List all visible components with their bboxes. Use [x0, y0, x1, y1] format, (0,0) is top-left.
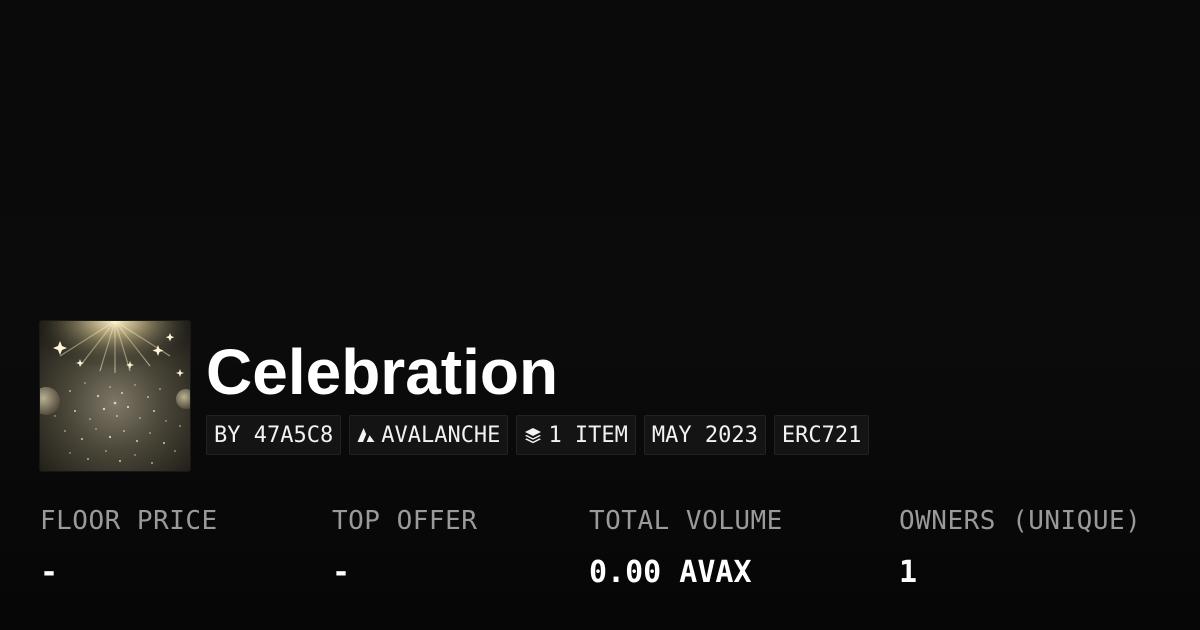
tag-date: MAY 2023 [643, 415, 766, 455]
stat-top-offer-label: TOP OFFER [332, 506, 478, 536]
stat-owners-label: OWNERS (UNIQUE) [899, 506, 1142, 536]
stat-top-offer: TOP OFFER - [332, 503, 477, 593]
collection-thumbnail [40, 321, 190, 471]
tag-creator[interactable]: BY 47A5C8 [206, 415, 342, 455]
tag-chain-label: AVALANCHE [381, 422, 501, 448]
tag-items-label: 1 ITEM [548, 422, 628, 448]
stat-total-volume: TOTAL VOLUME 0.00 AVAX [589, 503, 783, 593]
collection-tags: BY 47A5C8 AVALANCHE 1 ITEM MAY 2023 ERC7… [206, 415, 870, 455]
tag-standard: ERC721 [773, 415, 870, 455]
stat-owners: OWNERS (UNIQUE) 1 [899, 503, 1141, 593]
stat-floor-price-value: - [40, 555, 59, 590]
tag-chain[interactable]: AVALANCHE [349, 415, 509, 455]
layers-icon [524, 426, 542, 444]
stat-floor-price-label: FLOOR PRICE [40, 506, 218, 536]
tag-date-label: MAY 2023 [651, 422, 758, 448]
tag-items[interactable]: 1 ITEM [516, 415, 636, 455]
avalanche-logo-icon [357, 426, 375, 444]
tag-creator-label: BY 47A5C8 [214, 422, 334, 448]
collection-title: Celebration [206, 336, 559, 408]
stat-top-offer-value: - [332, 555, 351, 590]
stat-owners-value: 1 [899, 555, 918, 590]
og-card: Celebration BY 47A5C8 AVALANCHE 1 ITEM M… [0, 0, 1200, 630]
stat-total-volume-label: TOTAL VOLUME [589, 506, 783, 536]
stat-floor-price: FLOOR PRICE - [40, 503, 218, 593]
tag-standard-label: ERC721 [781, 422, 862, 448]
celebration-sparkle-image [40, 321, 190, 471]
stat-total-volume-value: 0.00 AVAX [589, 555, 752, 590]
